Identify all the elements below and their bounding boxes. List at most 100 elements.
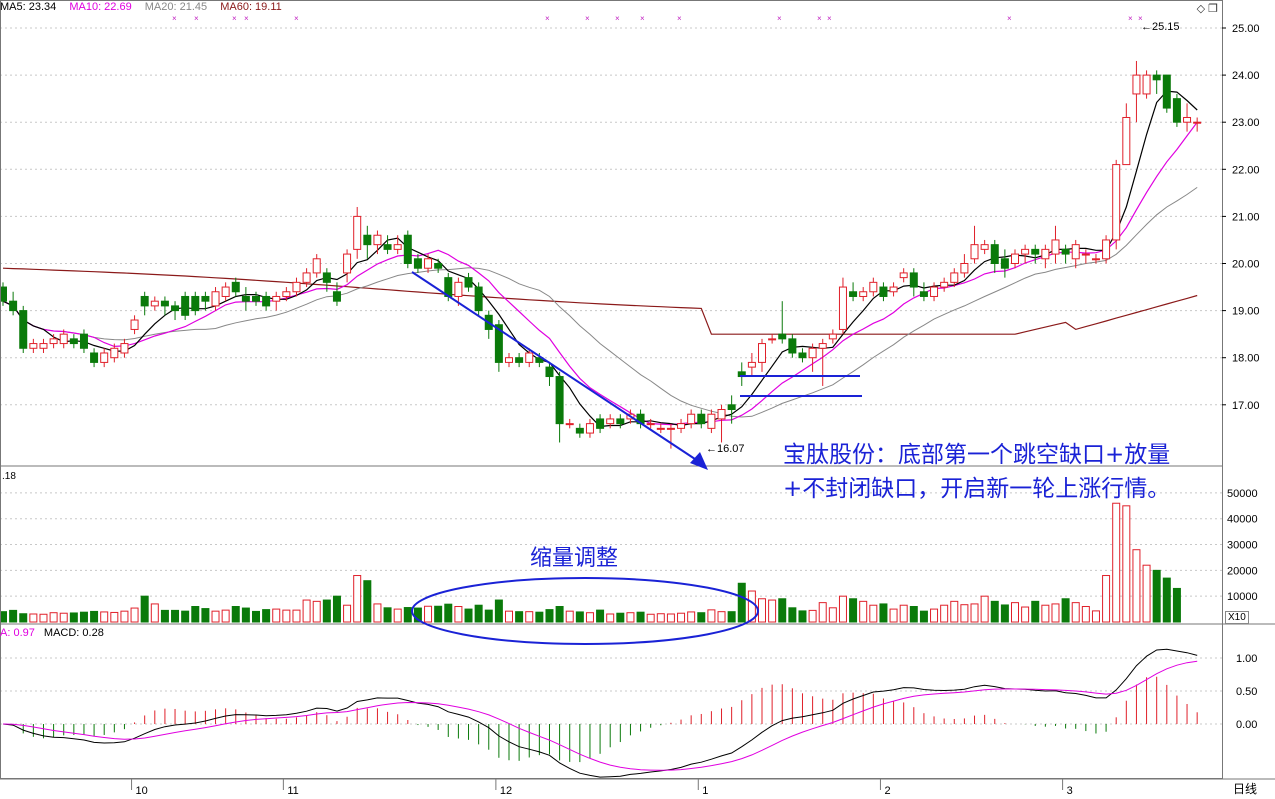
volume-bar: [545, 609, 554, 623]
price-tick-label: 22.00: [1232, 164, 1260, 176]
candle-body: [677, 423, 686, 429]
diamond-icon[interactable]: ◇: [1197, 3, 1205, 15]
candle-body: [1102, 239, 1111, 260]
volume-bar: [960, 604, 969, 623]
candle-body: [474, 286, 483, 312]
candlesticks[interactable]: [0, 60, 1202, 449]
candle-body: [970, 244, 979, 260]
volume-bar: [737, 582, 746, 623]
volume-bar: [585, 612, 594, 623]
volume-bar: [1102, 575, 1111, 623]
volume-tick-label: 40000: [1227, 514, 1258, 526]
stock-chart[interactable]: 17.0018.0019.0020.0021.0022.0023.0024.00…: [0, 0, 1275, 799]
candle-body: [1162, 74, 1171, 109]
candle-body: [747, 361, 756, 368]
volume-tick-label: 30000: [1227, 540, 1258, 552]
low-price-label: ←16.07: [706, 443, 745, 455]
volume-bar: [980, 595, 989, 623]
volume-bar: [1061, 598, 1070, 623]
candle-body: [171, 305, 180, 312]
volume-bar: [990, 600, 999, 623]
volume-bar: [59, 612, 68, 623]
volume-bar: [768, 599, 777, 623]
candle-body: [899, 272, 908, 279]
event-marker: ×: [615, 14, 620, 23]
candle-body: [69, 338, 78, 345]
candle-body: [363, 234, 372, 246]
candle-body: [930, 286, 939, 297]
candle-body: [1031, 248, 1040, 255]
candle-body: [201, 295, 210, 302]
volume-bar: [39, 613, 48, 623]
volume-bar: [383, 607, 392, 623]
volume-contraction-ellipse: [411, 577, 759, 645]
volume-bar: [282, 609, 291, 623]
event-marker: ×: [1007, 14, 1012, 23]
candle-body: [29, 343, 38, 349]
volume-bar: [231, 606, 240, 623]
candle-body: [1041, 248, 1050, 260]
candle-body: [768, 338, 777, 341]
restore-icon[interactable]: ❐: [1208, 3, 1218, 15]
ma20-value: MA20: 21.45: [144, 1, 208, 13]
event-marker: ×: [545, 14, 550, 23]
event-marker: ×: [194, 14, 199, 23]
volume-bar: [849, 598, 858, 623]
volume-bar: [312, 600, 321, 623]
ma5-value: MA5: 23.34: [0, 1, 57, 13]
price-tick-label: 25.00: [1232, 23, 1260, 35]
volume-bar: [950, 600, 959, 623]
volume-bar: [150, 603, 159, 623]
candle-body: [788, 338, 797, 354]
price-tick-label: 24.00: [1232, 70, 1260, 82]
ma60-value: MA60: 19.11: [220, 1, 282, 13]
caption-line-2: +不封闭缺口，开启新一轮上涨行情。: [783, 476, 1171, 502]
volume-label: .18: [2, 471, 16, 482]
candle-body: [282, 291, 291, 297]
candle-body: [1142, 74, 1151, 95]
volume-bar: [353, 575, 362, 623]
event-marker: ×: [1138, 14, 1143, 23]
candle-body: [150, 300, 159, 307]
volume-bar: [474, 604, 483, 623]
candle-body: [889, 286, 898, 293]
price-tick-label: 21.00: [1232, 211, 1260, 223]
candle-body: [1132, 74, 1141, 95]
macd-dif-line: [2, 648, 1198, 778]
volume-bar: [596, 609, 605, 623]
volume-bar: [940, 604, 949, 623]
candle-body: [19, 310, 28, 349]
candle-body: [343, 253, 352, 274]
candle-body: [231, 281, 240, 293]
volume-bar: [464, 608, 473, 623]
volume-bar: [778, 598, 787, 623]
volume-bar: [818, 602, 827, 623]
volume-bar: [909, 606, 918, 623]
candle-body: [1193, 121, 1202, 124]
window-controls[interactable]: ◇ ❐: [1197, 2, 1218, 15]
volume-bar: [322, 599, 331, 623]
candle-body: [403, 234, 412, 265]
candle-body: [373, 234, 382, 246]
candle-body: [110, 347, 119, 359]
candle-body: [717, 409, 726, 420]
ma10-line: [2, 121, 1198, 426]
candle-body: [221, 286, 230, 297]
period-label[interactable]: 日线: [1233, 780, 1257, 797]
macd-tick-label: 0.50: [1236, 686, 1257, 698]
macd-panel: [2, 648, 1198, 778]
volume-bar: [9, 609, 18, 623]
volume-bar: [575, 611, 584, 623]
volume-bar: [879, 603, 888, 623]
candle-body: [211, 291, 220, 307]
candle-body: [39, 343, 48, 349]
volume-bar: [160, 609, 169, 623]
macd-tick-label: 0.00: [1236, 719, 1257, 731]
candle-body: [434, 263, 443, 269]
volume-bar: [930, 608, 939, 623]
volume-bar: [1142, 564, 1151, 623]
candle-body: [90, 352, 99, 363]
volume-bar: [211, 610, 220, 623]
candle-body: [383, 244, 392, 250]
candle-body: [950, 272, 959, 283]
